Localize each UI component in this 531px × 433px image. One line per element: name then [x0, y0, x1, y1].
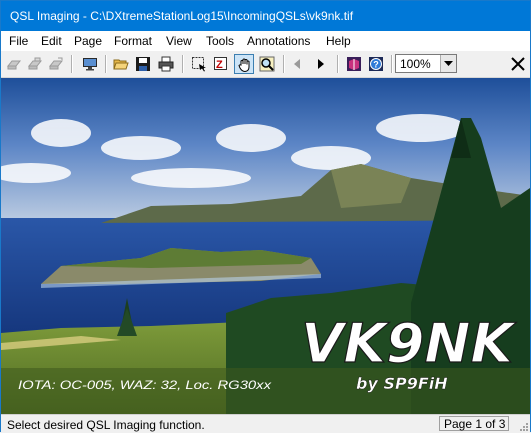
next-page-icon	[318, 59, 324, 69]
zoom-value: 100%	[400, 57, 431, 71]
svg-text:?: ?	[373, 60, 379, 70]
status-message: Select desired QSL Imaging function.	[7, 418, 205, 432]
qsl-byline: by SP9FiH	[356, 374, 448, 393]
menu-format[interactable]: Format	[111, 34, 155, 48]
close-icon	[511, 57, 525, 71]
status-bar: Select desired QSL Imaging function. Pag…	[1, 414, 530, 433]
menu-tools[interactable]: Tools	[203, 34, 237, 48]
menu-annotations[interactable]: Annotations	[244, 34, 313, 48]
title-bar: QSL Imaging - C:\DXtremeStationLog15\Inc…	[1, 1, 530, 31]
svg-text:Z: Z	[216, 59, 223, 71]
save-disk-icon	[136, 57, 150, 71]
scan-multi-icon	[48, 57, 64, 70]
prev-page-button[interactable]	[287, 54, 307, 74]
pan-hand-button[interactable]	[234, 54, 254, 74]
monitor-icon	[83, 58, 97, 71]
status-page-indicator: Page 1 of 3	[439, 416, 509, 431]
zoom-dropdown-button[interactable]	[440, 55, 456, 72]
book-icon	[347, 57, 361, 71]
toolbar-separator	[105, 55, 107, 73]
help-button[interactable]: ?	[366, 54, 386, 74]
image-viewer[interactable]: VK9NK by SP9FiH IOTA: OC-005, WAZ: 32, L…	[1, 78, 530, 414]
monitor-button[interactable]	[80, 54, 100, 74]
next-page-button[interactable]	[311, 54, 331, 74]
zoom-rect-icon: Z	[214, 57, 227, 71]
select-region-button[interactable]	[189, 54, 209, 74]
open-folder-icon	[113, 59, 129, 70]
zoom-select[interactable]: 100%	[395, 54, 457, 73]
scan-batch-icon	[27, 57, 43, 70]
printer-icon	[158, 56, 174, 72]
toolbar-separator	[71, 55, 73, 73]
resize-grip-icon[interactable]	[518, 421, 528, 431]
window-title: QSL Imaging - C:\DXtremeStationLog15\Inc…	[10, 9, 354, 23]
toolbar-separator	[337, 55, 339, 73]
toolbar-separator	[283, 55, 285, 73]
menu-page[interactable]: Page	[71, 34, 105, 48]
scan-multi-button[interactable]	[46, 54, 66, 74]
hand-pan-icon	[238, 58, 250, 73]
close-document-button[interactable]	[509, 55, 527, 73]
toolbar-separator	[182, 55, 184, 73]
scan-batch-button[interactable]	[25, 54, 45, 74]
app-window: QSL Imaging - C:\DXtremeStationLog15\Inc…	[0, 0, 531, 433]
book-button[interactable]	[344, 54, 364, 74]
scan-button[interactable]	[4, 54, 24, 74]
menu-help[interactable]: Help	[323, 34, 354, 48]
chevron-down-icon	[444, 61, 453, 66]
scan-icon	[6, 60, 22, 70]
help-icon: ?	[369, 57, 383, 71]
zoom-magnifier-button[interactable]	[257, 54, 277, 74]
print-button[interactable]	[156, 54, 176, 74]
menu-bar: File Edit Page Format View Tools Annotat…	[1, 31, 530, 51]
qsl-card-image: VK9NK by SP9FiH IOTA: OC-005, WAZ: 32, L…	[1, 78, 530, 414]
zoom-magnifier-icon	[259, 56, 275, 72]
menu-edit[interactable]: Edit	[38, 34, 65, 48]
menu-file[interactable]: File	[6, 34, 31, 48]
menu-view[interactable]: View	[163, 34, 195, 48]
qsl-callsign: VK9NK	[301, 312, 517, 375]
zoom-rect-button[interactable]: Z	[211, 54, 231, 74]
select-region-icon	[192, 57, 206, 72]
save-button[interactable]	[133, 54, 153, 74]
open-button[interactable]	[111, 54, 131, 74]
qsl-info: IOTA: OC-005, WAZ: 32, Loc. RG30xx	[18, 378, 272, 392]
prev-page-icon	[294, 59, 300, 69]
toolbar-separator	[391, 55, 393, 73]
